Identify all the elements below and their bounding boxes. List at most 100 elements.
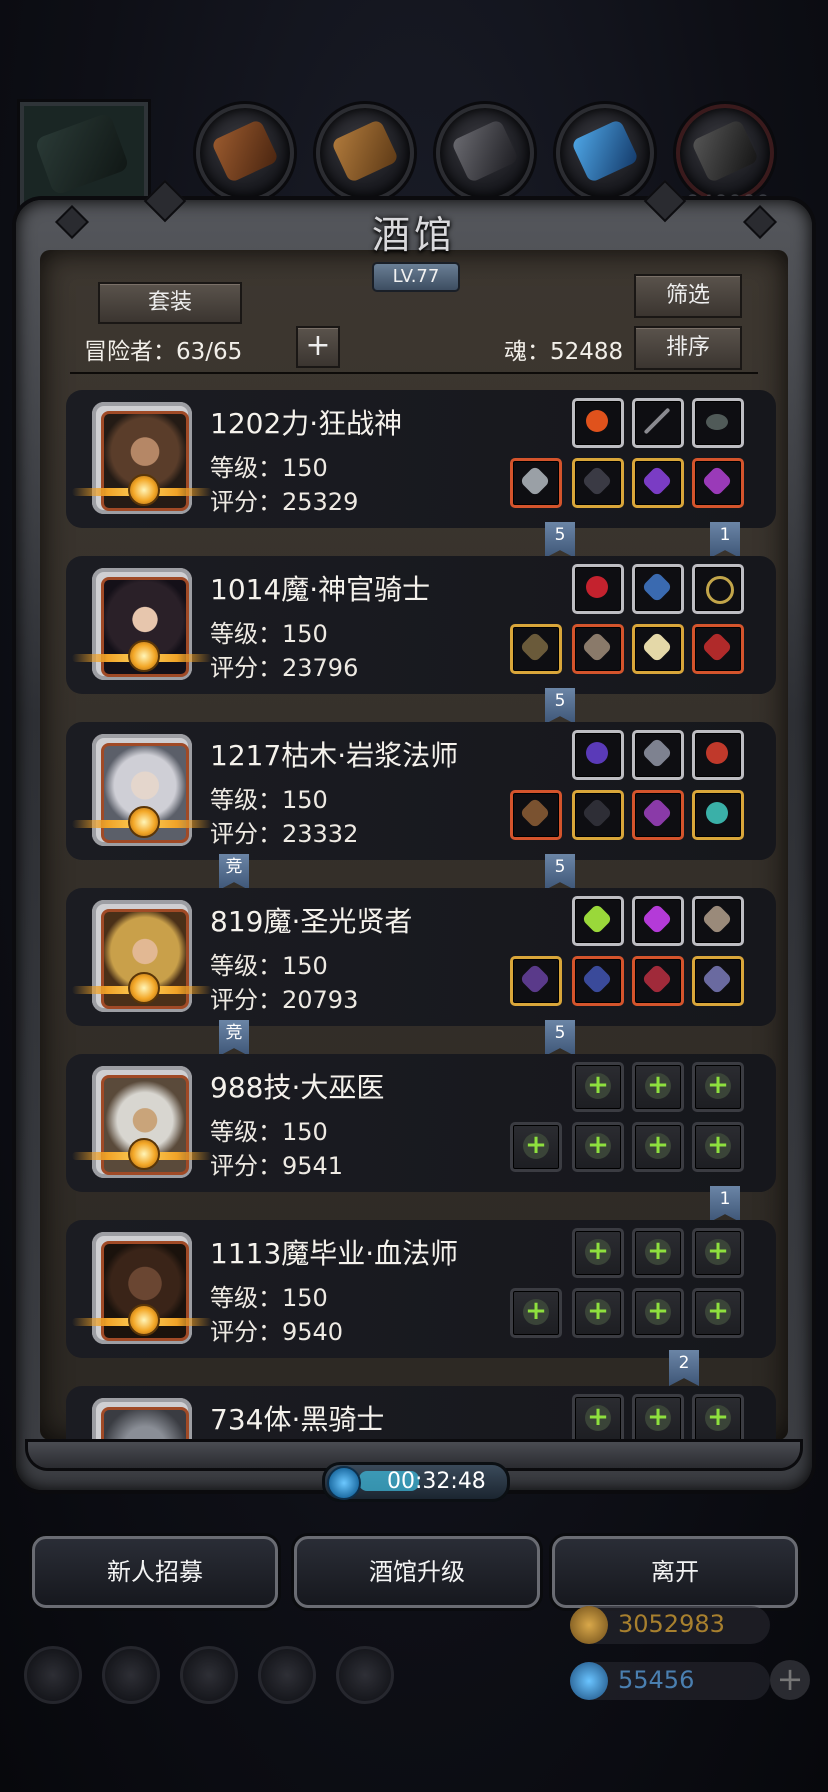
empty-slot-plus-icon[interactable]: + — [632, 1228, 684, 1278]
vase-icon[interactable] — [632, 564, 684, 614]
hero-card[interactable]: 734体·黑骑士 + + + — [66, 1386, 776, 1442]
hero-name: 1217枯木·岩浆法师 — [210, 739, 459, 772]
settings-gear-icon[interactable] — [24, 1646, 82, 1704]
hero-name: 819魔·圣光贤者 — [210, 905, 413, 938]
blue-gem-icon — [570, 1662, 608, 1700]
add-slot-button[interactable]: + — [296, 326, 340, 368]
empty-slot-plus-icon[interactable]: + — [572, 1394, 624, 1442]
add-gems-icon[interactable]: + — [770, 1660, 810, 1700]
hero-score: 评分：25329 — [210, 488, 359, 516]
empty-slot-plus-icon[interactable]: + — [632, 1062, 684, 1112]
hero-level: 等级：150 — [210, 1284, 328, 1312]
ring-icon[interactable] — [692, 564, 744, 614]
recruit-button[interactable]: 新人招募 — [32, 1536, 278, 1608]
empty-slot-plus-icon[interactable]: + — [572, 1288, 624, 1338]
bracelet-icon[interactable] — [692, 790, 744, 840]
set-button[interactable]: 套装 — [98, 282, 242, 324]
bone-club-icon[interactable] — [692, 896, 744, 946]
hero-level: 等级：150 — [210, 786, 328, 814]
gold-medal-icon — [128, 474, 160, 506]
empty-slot-plus-icon[interactable]: + — [692, 1288, 744, 1338]
gold-amount: 3052983 — [618, 1610, 725, 1638]
empty-slot-plus-icon[interactable]: + — [632, 1122, 684, 1172]
wood-plank-icon — [330, 118, 400, 184]
fire-orb-icon[interactable] — [572, 398, 624, 448]
pendant-icon[interactable] — [632, 790, 684, 840]
empty-slot-plus-icon[interactable]: + — [692, 1394, 744, 1442]
necklace-icon[interactable] — [692, 956, 744, 1006]
empty-slot-plus-icon[interactable]: + — [510, 1288, 562, 1338]
shield-icon[interactable] — [632, 624, 684, 674]
axe-icon[interactable] — [510, 458, 562, 508]
refresh-timer: 00:32:48 — [322, 1462, 510, 1502]
empty-slot-plus-icon[interactable]: + — [632, 1394, 684, 1442]
wand-icon[interactable] — [510, 790, 562, 840]
gem-resource: 55456 — [570, 1662, 770, 1700]
page-title: 酒馆 — [371, 213, 456, 257]
staff-icon[interactable] — [510, 624, 562, 674]
dark-weapon-icon — [34, 112, 130, 196]
leave-button[interactable]: 离开 — [552, 1536, 798, 1608]
upgrade-tavern-button[interactable]: 酒馆升级 — [294, 1536, 540, 1608]
gold-resource: 3052983 — [570, 1606, 770, 1644]
hero-card[interactable]: 1202力·狂战神 等级：150 评分：25329 — [66, 390, 776, 528]
mace-icon[interactable] — [510, 956, 562, 1006]
purple-glove-icon[interactable] — [692, 458, 744, 508]
iron-ingot-icon — [450, 118, 520, 184]
timer-text: 00:32:48 — [387, 1469, 486, 1494]
filter-button[interactable]: 筛选 — [634, 274, 742, 318]
dark-orb-icon[interactable] — [572, 730, 624, 780]
tavern-level-badge: LV.77 — [372, 262, 460, 292]
rune-icon[interactable] — [632, 730, 684, 780]
hero-card[interactable]: 1113魔毕业·血法师 等级：150 评分：9540 + + + + + + + — [66, 1220, 776, 1358]
empty-slot-plus-icon[interactable]: + — [572, 1062, 624, 1112]
empty-slot-plus-icon[interactable]: + — [692, 1122, 744, 1172]
hero-name: 1014魔·神官骑士 — [210, 573, 431, 606]
spear-icon[interactable] — [632, 398, 684, 448]
mail-icon[interactable] — [258, 1646, 316, 1704]
purple-crystal-icon[interactable] — [632, 896, 684, 946]
empty-slot-plus-icon[interactable]: + — [510, 1122, 562, 1172]
top-slot-dark-ore[interactable] — [676, 104, 774, 202]
demon-mask-icon[interactable] — [692, 624, 744, 674]
dark-ore-icon — [690, 118, 760, 184]
hero-name: 1202力·狂战神 — [210, 407, 403, 440]
dark-armor-icon[interactable] — [572, 458, 624, 508]
top-slot-leather[interactable] — [196, 104, 294, 202]
sort-button[interactable]: 排序 — [634, 326, 742, 370]
divider — [70, 372, 758, 374]
empty-slot-plus-icon[interactable]: + — [692, 1062, 744, 1112]
hero-score: 评分：20793 — [210, 986, 359, 1014]
gold-medal-icon — [128, 972, 160, 1004]
top-slot-crystal[interactable] — [556, 104, 654, 202]
shop-icon[interactable] — [336, 1646, 394, 1704]
dark-cloak-icon[interactable] — [572, 790, 624, 840]
hero-score: 评分：9541 — [210, 1152, 344, 1180]
hero-card[interactable]: 819魔·圣光贤者 等级：150 评分：20793 — [66, 888, 776, 1026]
hero-card[interactable]: 1014魔·神官骑士 等级：150 评分：23796 — [66, 556, 776, 694]
hero-card[interactable]: 1217枯木·岩浆法师 等级：150 评分：23332 — [66, 722, 776, 860]
hero-level: 等级：150 — [210, 454, 328, 482]
red-stone-icon[interactable] — [692, 730, 744, 780]
green-flame-icon[interactable] — [572, 896, 624, 946]
purple-amulet-icon[interactable] — [632, 458, 684, 508]
stone-icon[interactable] — [692, 398, 744, 448]
red-potion-icon[interactable] — [572, 564, 624, 614]
hero-card[interactable]: 988技·大巫医 等级：150 评分：9541 + + + + + + + — [66, 1054, 776, 1192]
top-slot-iron[interactable] — [436, 104, 534, 202]
top-slot-wood[interactable] — [316, 104, 414, 202]
gold-coin-icon — [570, 1606, 608, 1644]
empty-slot-plus-icon[interactable]: + — [572, 1122, 624, 1172]
gem-amount: 55456 — [618, 1666, 695, 1694]
empty-slot-plus-icon[interactable]: + — [572, 1228, 624, 1278]
armor-icon[interactable] — [572, 624, 624, 674]
hero-name: 1113魔毕业·血法师 — [210, 1237, 459, 1270]
charm-icon[interactable] — [632, 956, 684, 1006]
empty-slot-plus-icon[interactable]: + — [632, 1288, 684, 1338]
gold-medal-icon — [128, 806, 160, 838]
gold-medal-icon — [128, 1304, 160, 1336]
tower-icon[interactable] — [180, 1646, 238, 1704]
robe-icon[interactable] — [572, 956, 624, 1006]
empty-slot-plus-icon[interactable]: + — [692, 1228, 744, 1278]
achievement-icon[interactable] — [102, 1646, 160, 1704]
